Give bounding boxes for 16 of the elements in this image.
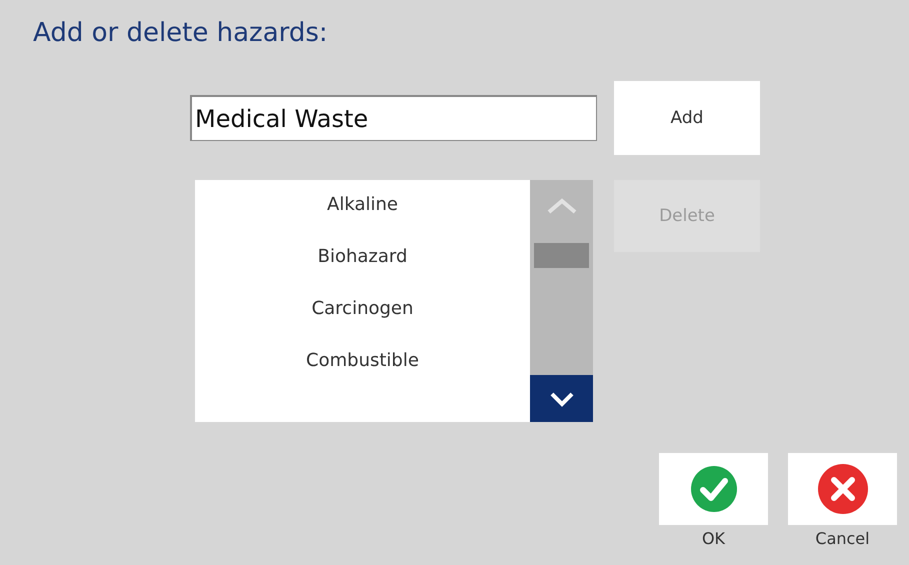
add-button[interactable]: Add xyxy=(614,81,760,155)
dialog-title: Add or delete hazards: xyxy=(33,18,329,50)
scrollbar-thumb[interactable] xyxy=(534,243,589,268)
chevron-down-icon xyxy=(548,390,574,406)
cancel-button[interactable] xyxy=(788,453,897,525)
cancel-label: Cancel xyxy=(815,529,870,548)
ok-button[interactable] xyxy=(659,453,768,525)
ok-label: OK xyxy=(702,529,726,548)
list-item[interactable]: Alkaline xyxy=(195,194,530,246)
checkmark-icon xyxy=(690,465,738,513)
close-icon xyxy=(816,463,868,515)
hazard-input-field[interactable]: Medical Waste xyxy=(190,95,597,141)
list-item[interactable]: Combustible xyxy=(195,350,530,402)
list-item[interactable]: Biohazard xyxy=(195,246,530,298)
list-item[interactable]: Carcinogen xyxy=(195,298,530,350)
scroll-down-button[interactable] xyxy=(530,375,593,422)
